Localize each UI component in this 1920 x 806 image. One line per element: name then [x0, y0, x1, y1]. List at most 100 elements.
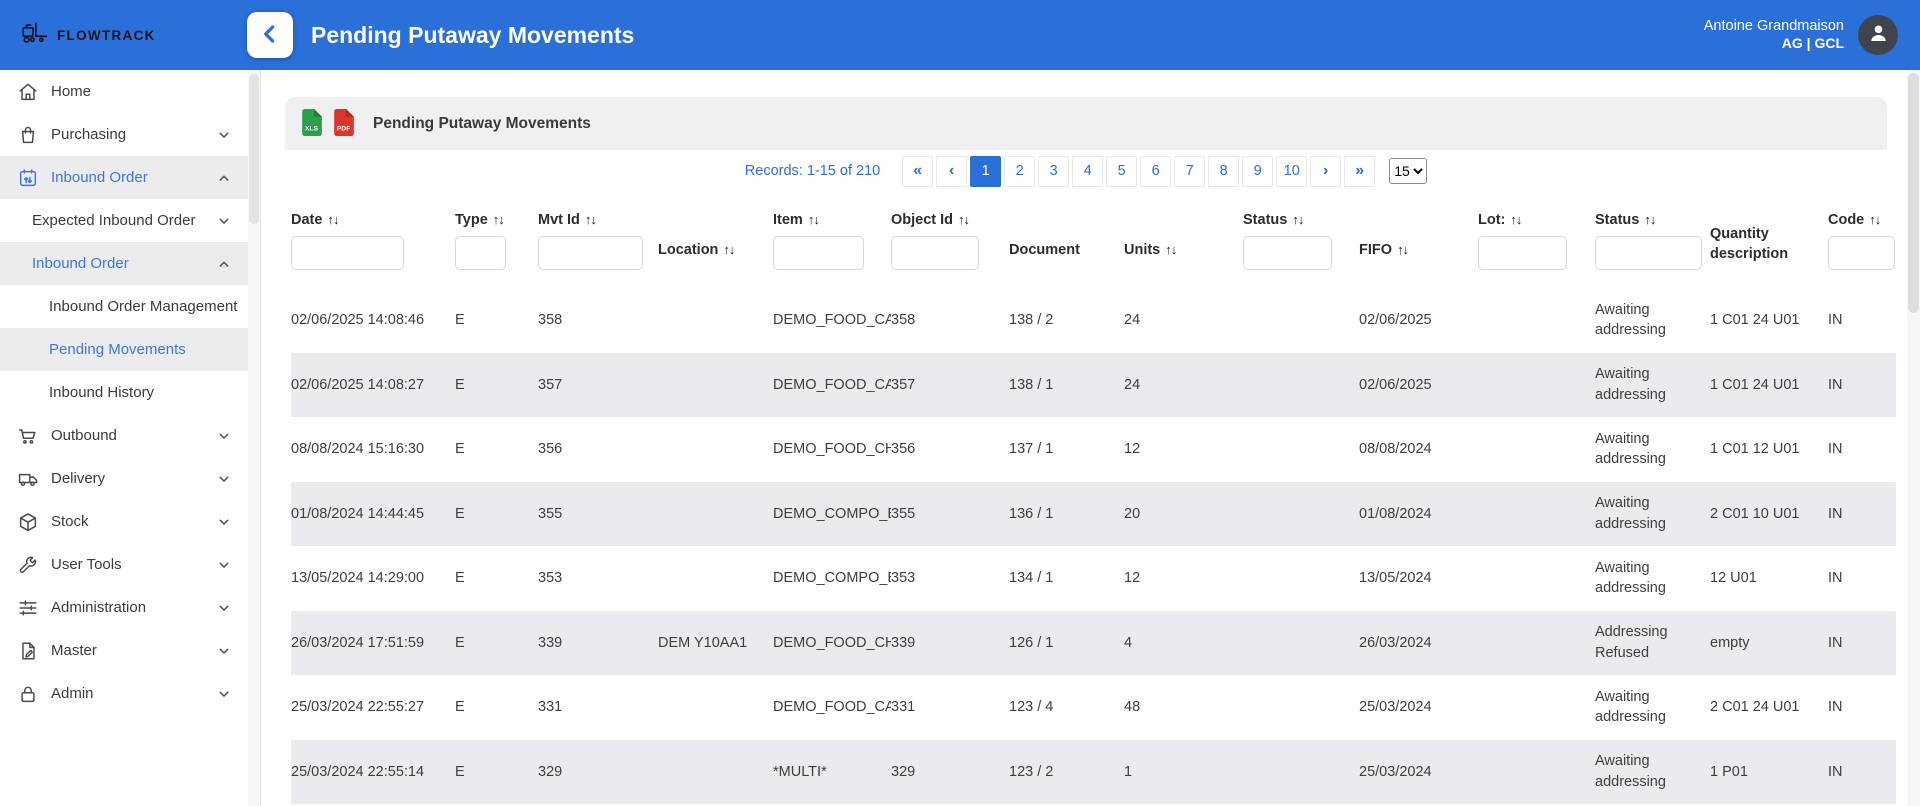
chevron-down-icon: [214, 684, 234, 704]
filter-input-status[interactable]: [1243, 236, 1332, 270]
table-cell-code: IN: [1828, 375, 1900, 395]
back-button[interactable]: [247, 12, 293, 58]
sidebar-item-stock[interactable]: Stock: [0, 500, 260, 543]
sidebar-item-label: Expected Inbound Order: [32, 212, 195, 229]
sidebar-item-user-tools[interactable]: User Tools: [0, 543, 260, 586]
next-page-button[interactable]: ›: [1310, 156, 1341, 187]
sidebar-item-expected-inbound-order[interactable]: Expected Inbound Order: [0, 199, 260, 242]
bag-icon: [16, 123, 40, 147]
sidebar-item-admin[interactable]: Admin: [0, 672, 260, 715]
table-cell-document: 138 / 2: [1009, 310, 1124, 330]
filter-input-type[interactable]: [455, 236, 506, 270]
page-size-select[interactable]: 15: [1389, 158, 1427, 184]
filter-input-date[interactable]: [291, 236, 404, 270]
sidebar-item-label: Inbound Order Management: [49, 298, 237, 315]
prev-page-button[interactable]: ‹: [936, 156, 967, 187]
sidebar-item-label: Admin: [51, 685, 94, 702]
column-label-units[interactable]: Units↑↓: [1124, 242, 1176, 258]
sidebar-item-home[interactable]: Home: [0, 70, 260, 113]
sidebar-item-delivery[interactable]: Delivery: [0, 457, 260, 500]
filter-input-object_id[interactable]: [891, 236, 979, 270]
sort-arrows-icon: ↑↓: [1397, 242, 1408, 257]
sidebar-item-inbound-order[interactable]: Inbound Order: [0, 156, 260, 199]
table-cell-fifo: 25/03/2024: [1359, 697, 1478, 717]
chevron-down-icon: [214, 426, 234, 446]
filter-input-item[interactable]: [773, 236, 864, 270]
table-header-location: Location↑↓: [658, 198, 773, 288]
table-cell-document: 123 / 2: [1009, 762, 1124, 782]
table-row[interactable]: 26/03/2024 17:51:59E339DEM Y10AA1DEMO_FO…: [291, 611, 1896, 676]
page-button-10[interactable]: 10: [1276, 156, 1307, 187]
sort-arrows-icon: ↑↓: [1869, 212, 1880, 227]
page-button-9[interactable]: 9: [1242, 156, 1273, 187]
filter-input-code[interactable]: [1828, 236, 1895, 270]
table-header-object_id: Object Id↑↓: [891, 198, 1009, 288]
sidebar-scrollbar-thumb[interactable]: [249, 74, 259, 224]
table-row[interactable]: 25/03/2024 22:55:14E329*MULTI*329123 / 2…: [291, 740, 1896, 805]
main-scrollbar-thumb[interactable]: [1908, 73, 1919, 313]
column-label-status2[interactable]: Status↑↓: [1595, 212, 1655, 228]
column-label-type[interactable]: Type↑↓: [455, 212, 504, 228]
column-label-code[interactable]: Code↑↓: [1828, 212, 1880, 228]
table-cell-item: DEMO_FOOD_CA: [773, 375, 891, 395]
column-label-status[interactable]: Status↑↓: [1243, 212, 1303, 228]
page-button-3[interactable]: 3: [1038, 156, 1069, 187]
filter-input-status2[interactable]: [1595, 236, 1702, 270]
page-button-2[interactable]: 2: [1004, 156, 1035, 187]
export-xls-button[interactable]: XLS: [299, 108, 324, 140]
table-header-date: Date↑↓: [291, 198, 455, 288]
main-scrollbar[interactable]: [1907, 70, 1920, 806]
table-cell-mvt_id: 358: [538, 310, 658, 330]
table-row[interactable]: 01/08/2024 14:44:45E355DEMO_COMPO_E35513…: [291, 482, 1896, 547]
page-button-8[interactable]: 8: [1208, 156, 1239, 187]
sidebar-item-purchasing[interactable]: Purchasing: [0, 113, 260, 156]
sidebar-scrollbar[interactable]: [248, 70, 260, 806]
table-row[interactable]: 02/06/2025 14:08:27E357DEMO_FOOD_CA35713…: [291, 353, 1896, 418]
sidebar-item-outbound[interactable]: Outbound: [0, 414, 260, 457]
last-page-button[interactable]: »: [1344, 156, 1375, 187]
page-button-7[interactable]: 7: [1174, 156, 1205, 187]
table-row[interactable]: 25/03/2024 22:55:27E331DEMO_FOOD_CA33112…: [291, 675, 1896, 740]
table-cell-document: 137 / 1: [1009, 439, 1124, 459]
sidebar-item-pending-movements[interactable]: Pending Movements: [0, 328, 260, 371]
filter-input-lot[interactable]: [1478, 236, 1567, 270]
column-label-lot[interactable]: Lot:↑↓: [1478, 212, 1521, 228]
table-cell-date: 26/03/2024 17:51:59: [291, 633, 455, 653]
main-content: XLS PDF Pending Putaway Movements Record…: [261, 70, 1920, 806]
table-cell-document: 138 / 1: [1009, 375, 1124, 395]
cube-icon: [16, 510, 40, 534]
column-label-location[interactable]: Location↑↓: [658, 242, 734, 258]
table-header-lot: Lot:↑↓: [1478, 198, 1595, 288]
page-button-1[interactable]: 1: [970, 156, 1001, 187]
export-pdf-button[interactable]: PDF: [331, 108, 356, 140]
sort-arrows-icon: ↑↓: [808, 212, 819, 227]
column-label-mvt_id[interactable]: Mvt Id↑↓: [538, 212, 596, 228]
column-label-item[interactable]: Item↑↓: [773, 212, 819, 228]
column-label-fifo[interactable]: FIFO↑↓: [1359, 242, 1408, 258]
sidebar-item-administration[interactable]: Administration: [0, 586, 260, 629]
brand: FLOWTRACK: [0, 19, 260, 52]
filter-input-mvt_id[interactable]: [538, 236, 643, 270]
page-button-6[interactable]: 6: [1140, 156, 1171, 187]
table-row[interactable]: 02/06/2025 14:08:46E358DEMO_FOOD_CA35813…: [291, 288, 1896, 353]
sidebar-item-inbound-order[interactable]: Inbound Order: [0, 242, 260, 285]
column-label-date[interactable]: Date↑↓: [291, 212, 338, 228]
page-button-5[interactable]: 5: [1106, 156, 1137, 187]
table-cell-object_id: 353: [891, 568, 1009, 588]
table-row[interactable]: 08/08/2024 15:16:30E356DEMO_FOOD_CH35613…: [291, 417, 1896, 482]
table-cell-date: 08/08/2024 15:16:30: [291, 439, 455, 459]
page-button-4[interactable]: 4: [1072, 156, 1103, 187]
sidebar-item-inbound-order-management[interactable]: Inbound Order Management: [0, 285, 260, 328]
first-page-button[interactable]: «: [902, 156, 933, 187]
table-row[interactable]: 13/05/2024 14:29:00E353DEMO_COMPO_E35313…: [291, 546, 1896, 611]
sidebar-item-master[interactable]: Master: [0, 629, 260, 672]
table-cell-type: E: [455, 762, 538, 782]
sidebar-item-inbound-history[interactable]: Inbound History: [0, 371, 260, 414]
table-cell-units: 12: [1124, 568, 1243, 588]
table-cell-quantity_description: 2 C01 24 U01: [1710, 697, 1828, 717]
sidebar-item-label: Master: [51, 642, 97, 659]
pdf-file-icon: PDF: [331, 108, 356, 140]
user-avatar[interactable]: [1858, 15, 1898, 55]
table-cell-object_id: 356: [891, 439, 1009, 459]
column-label-object_id[interactable]: Object Id↑↓: [891, 212, 969, 228]
